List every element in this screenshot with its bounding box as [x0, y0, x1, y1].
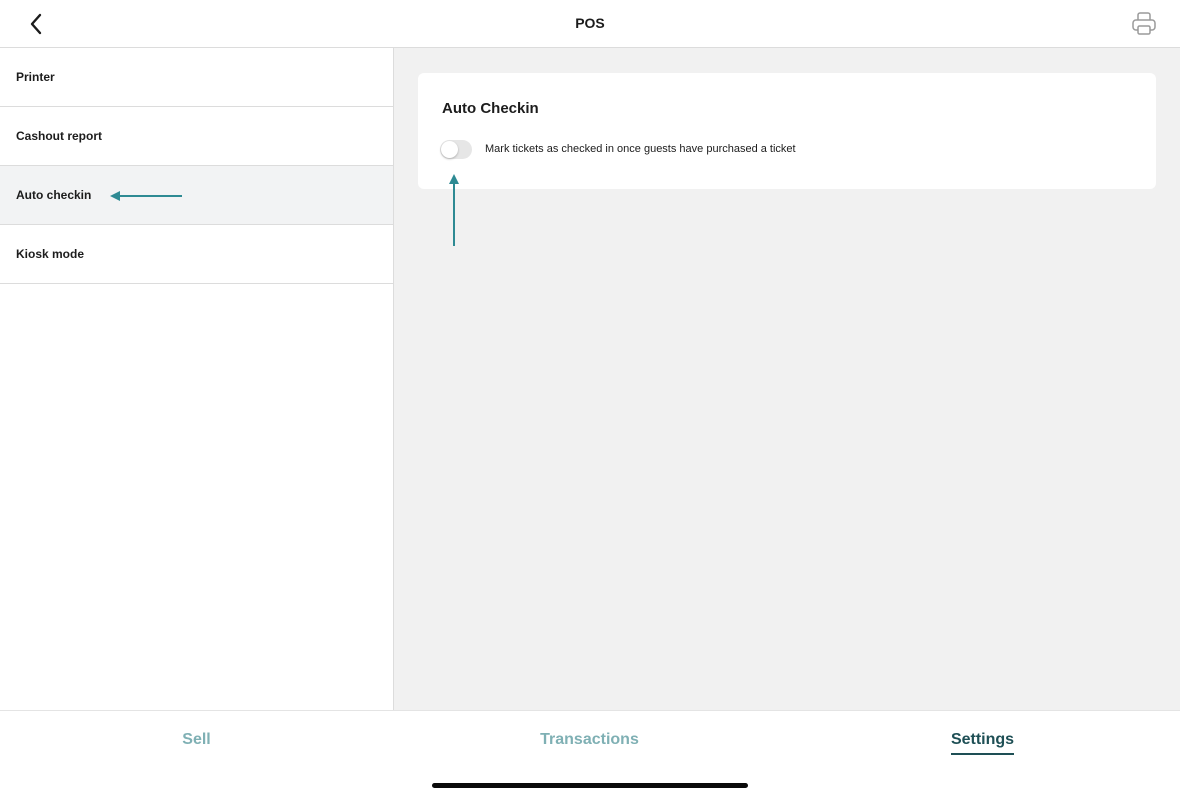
sidebar-item-kiosk-mode[interactable]: Kiosk mode	[0, 225, 393, 284]
tab-label: Sell	[182, 731, 211, 748]
card-title: Auto Checkin	[442, 100, 539, 117]
sidebar-item-label: Cashout report	[16, 129, 103, 143]
bottom-tab-bar: Sell Transactions Settings	[0, 710, 1180, 795]
annotation-arrow-left-icon	[110, 191, 182, 201]
sidebar-item-printer[interactable]: Printer	[0, 48, 393, 107]
tab-label: Settings	[950, 731, 1015, 755]
settings-content: Auto Checkin Mark tickets as checked in …	[394, 48, 1180, 710]
auto-checkin-toggle[interactable]	[440, 140, 472, 159]
tab-transactions[interactable]: Transactions	[393, 731, 786, 753]
printer-button[interactable]	[1130, 11, 1158, 37]
auto-checkin-card: Auto Checkin Mark tickets as checked in …	[418, 73, 1156, 189]
toggle-label: Mark tickets as checked in once guests h…	[485, 143, 796, 155]
tab-sell[interactable]: Sell	[0, 731, 393, 753]
sidebar-item-cashout-report[interactable]: Cashout report	[0, 107, 393, 166]
home-indicator	[432, 783, 748, 788]
sidebar-item-auto-checkin[interactable]: Auto checkin	[0, 166, 393, 225]
sidebar-item-label: Printer	[16, 70, 55, 84]
toggle-knob	[441, 141, 458, 158]
printer-icon	[1132, 12, 1156, 35]
tab-settings[interactable]: Settings	[786, 731, 1179, 755]
settings-sidebar: Printer Cashout report Auto checkin Kios…	[0, 48, 394, 710]
sidebar-item-label: Auto checkin	[16, 188, 92, 202]
top-bar: POS	[0, 0, 1180, 48]
annotation-arrow-up-icon	[449, 174, 459, 246]
tab-label: Transactions	[540, 731, 639, 748]
page-title: POS	[575, 15, 605, 31]
sidebar-item-label: Kiosk mode	[16, 247, 85, 261]
